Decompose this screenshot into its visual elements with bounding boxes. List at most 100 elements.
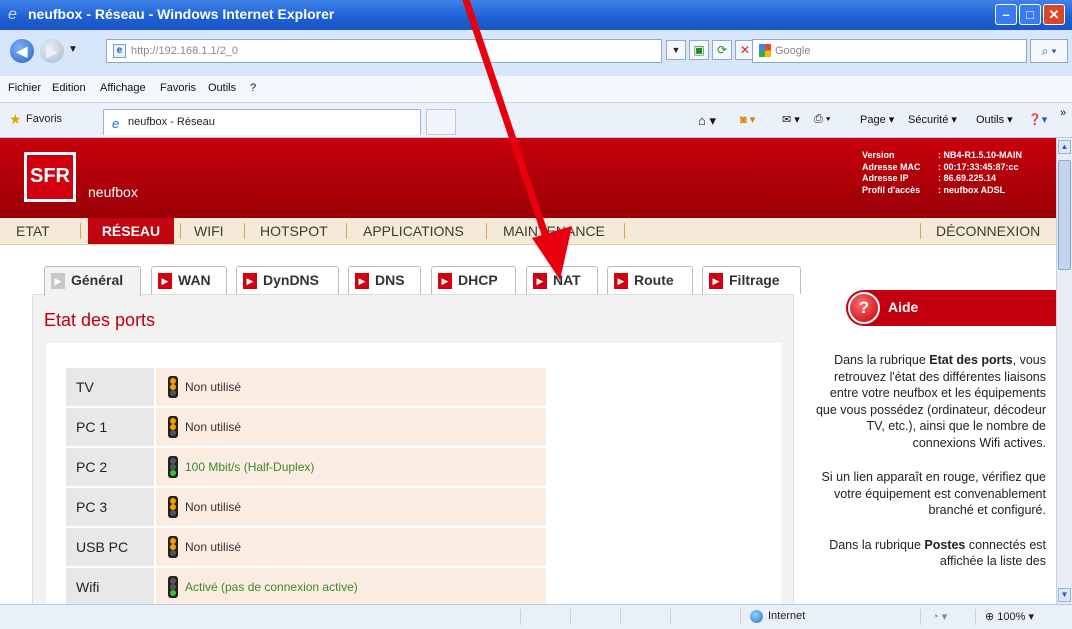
- internet-zone-icon: [750, 610, 763, 623]
- product-name: neufbox: [88, 184, 138, 200]
- port-row-pc3: PC 3 Non utilisé: [66, 488, 546, 526]
- search-placeholder: Google: [775, 45, 811, 57]
- section-title: Etat des ports: [44, 310, 156, 330]
- status-divider: [620, 609, 621, 625]
- menu-edition[interactable]: Edition: [52, 82, 86, 94]
- help-paragraph: Si un lien apparaît en rouge, vérifiez q…: [821, 470, 1046, 517]
- info-key: Version: [862, 150, 895, 160]
- help-text: Dans la rubrique Etat des ports, vous re…: [808, 352, 1046, 588]
- arrow-icon: ▶: [158, 273, 172, 289]
- nav-applications[interactable]: APPLICATIONS: [363, 218, 464, 244]
- nav-separator: [624, 223, 625, 239]
- zoom-level[interactable]: ⊕ 100% ▾: [985, 610, 1034, 623]
- port-label: PC 1: [66, 408, 154, 446]
- browser-tab[interactable]: e neufbox - Réseau: [103, 109, 421, 135]
- mail-icon[interactable]: ✉ ▾: [782, 113, 800, 126]
- tab-general[interactable]: ▶ Général: [44, 266, 141, 296]
- help-question-icon: ?: [848, 292, 880, 324]
- nav-wifi[interactable]: WIFI: [194, 218, 224, 244]
- window-title: neufbox - Réseau - Windows Internet Expl…: [28, 6, 335, 22]
- close-button[interactable]: ✕: [1043, 4, 1065, 25]
- tab-route[interactable]: ▶ Route: [607, 266, 693, 294]
- status-bar: Internet ◔ ▾ ⊕ 100% ▾: [0, 604, 1072, 629]
- nav-separator: [346, 223, 347, 239]
- more-chevron[interactable]: »: [1060, 107, 1066, 119]
- nav-etat[interactable]: ETAT: [16, 218, 50, 244]
- security-menu[interactable]: Sécurité ▾: [908, 113, 957, 126]
- address-bar[interactable]: e http://192.168.1.1/2_0: [106, 39, 662, 63]
- menu-help[interactable]: ?: [250, 82, 256, 94]
- zone-label: Internet: [768, 610, 806, 622]
- port-status: Non utilisé: [185, 500, 242, 514]
- port-status: Non utilisé: [185, 420, 242, 434]
- favorites-label[interactable]: Favoris: [26, 113, 62, 125]
- menu-fichier[interactable]: Fichier: [8, 82, 41, 94]
- menu-outils[interactable]: Outils: [208, 82, 236, 94]
- help-title: Aide: [888, 299, 919, 315]
- help-paragraph: Dans la rubrique Postes connectés est af…: [829, 537, 1046, 569]
- status-light-icon: [168, 376, 178, 398]
- menu-favoris[interactable]: Favoris: [160, 82, 196, 94]
- arrow-icon: ▶: [51, 273, 65, 289]
- favorites-star-icon[interactable]: ★: [9, 111, 22, 128]
- browser-tab-title: neufbox - Réseau: [128, 116, 215, 128]
- device-info: Version: NB4-R1.5.10-MAIN Adresse MAC: 0…: [862, 150, 1022, 196]
- main-nav: ETAT RÉSEAU WIFI HOTSPOT APPLICATIONS MA…: [0, 218, 1056, 245]
- port-row-tv: TV Non utilisé: [66, 368, 546, 406]
- menu-affichage[interactable]: Affichage: [100, 82, 146, 94]
- port-label: USB PC: [66, 528, 154, 566]
- feeds-icon[interactable]: ◙ ▾: [740, 113, 755, 126]
- nav-maintenance[interactable]: MAINTENANCE: [503, 218, 605, 244]
- nav-reseau[interactable]: RÉSEAU: [88, 218, 174, 244]
- info-value: : 00:17:33:45:87:cc: [938, 161, 1019, 172]
- address-toolbar: ◀ ▶ ▼ e http://192.168.1.1/2_0 ▼ ▣ ⟳ ✕ G…: [0, 30, 1072, 76]
- compat-view-icon[interactable]: ▣: [689, 40, 709, 60]
- help-header: ? Aide: [846, 290, 1056, 326]
- nav-separator: [244, 223, 245, 239]
- search-button[interactable]: ⌕ ▾: [1030, 39, 1068, 63]
- print-icon[interactable]: ⎙ ▾: [814, 113, 830, 126]
- nav-hotspot[interactable]: HOTSPOT: [260, 218, 328, 244]
- back-button[interactable]: ◀: [10, 39, 34, 63]
- port-status: Non utilisé: [185, 380, 242, 394]
- logout-link[interactable]: DÉCONNEXION: [936, 218, 1040, 244]
- arrow-icon: ▶: [243, 273, 257, 289]
- tab-dyndns[interactable]: ▶ DynDNS: [236, 266, 339, 294]
- page-menu[interactable]: Page ▾: [860, 113, 894, 126]
- tab-dhcp[interactable]: ▶ DHCP: [431, 266, 516, 294]
- status-light-icon: [168, 456, 178, 478]
- maximize-button[interactable]: □: [1019, 4, 1041, 25]
- status-light-icon: [168, 576, 178, 598]
- favorites-bar: ★ Favoris e neufbox - Réseau ⌂ ▾ ◙ ▾ ✉ ▾…: [0, 103, 1072, 138]
- vertical-scrollbar[interactable]: ▲ ▼: [1056, 138, 1072, 604]
- tab-wan[interactable]: ▶ WAN: [151, 266, 227, 294]
- home-icon[interactable]: ⌂ ▾: [698, 113, 716, 129]
- port-status[interactable]: Activé (pas de connexion active): [185, 580, 358, 594]
- scroll-up-icon[interactable]: ▲: [1058, 140, 1071, 154]
- tab-dns[interactable]: ▶ DNS: [348, 266, 421, 294]
- port-status[interactable]: 100 Mbit/s (Half-Duplex): [185, 460, 314, 474]
- address-dropdown-icon[interactable]: ▼: [666, 40, 686, 60]
- arrow-icon: ▶: [709, 273, 723, 289]
- port-row-pc2: PC 2 100 Mbit/s (Half-Duplex): [66, 448, 546, 486]
- help-paragraph: Dans la rubrique Etat des ports, vous re…: [815, 353, 1046, 450]
- search-input[interactable]: Google: [752, 39, 1027, 63]
- info-key: Adresse IP: [862, 173, 909, 183]
- scroll-down-icon[interactable]: ▼: [1058, 588, 1071, 602]
- forward-button[interactable]: ▶: [40, 39, 64, 63]
- google-icon: [759, 44, 771, 57]
- minimize-button[interactable]: –: [995, 4, 1017, 25]
- refresh-icon[interactable]: ⟳: [712, 40, 732, 60]
- ie-tab-icon: e: [112, 116, 120, 131]
- scroll-thumb[interactable]: [1058, 160, 1071, 270]
- new-tab-button[interactable]: [426, 109, 456, 135]
- tools-menu[interactable]: Outils ▾: [976, 113, 1013, 126]
- arrow-icon: ▶: [355, 273, 369, 289]
- page-icon: e: [113, 44, 126, 58]
- protected-mode-icon[interactable]: ◔ ▾: [932, 610, 947, 623]
- tab-nat[interactable]: ▶ NAT: [526, 266, 598, 294]
- arrow-icon: ▶: [533, 273, 547, 289]
- history-dropdown-icon[interactable]: ▼: [68, 44, 78, 55]
- tab-filtrage[interactable]: ▶ Filtrage: [702, 266, 801, 294]
- help-icon[interactable]: ❓▾: [1028, 113, 1047, 126]
